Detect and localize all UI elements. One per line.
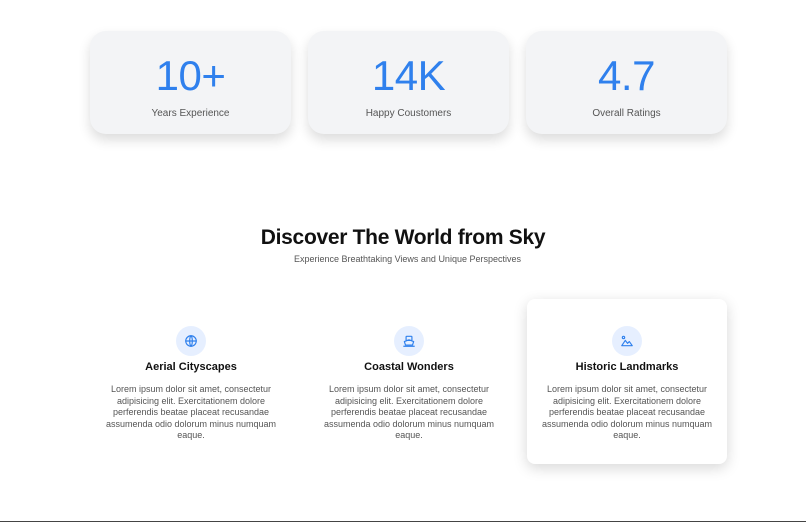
feature-title: Coastal Wonders — [364, 361, 454, 373]
globe-icon — [176, 326, 206, 356]
features-row: Aerial Cityscapes Lorem ipsum dolor sit … — [91, 299, 727, 464]
stat-value: 10+ — [155, 52, 226, 99]
ship-icon — [394, 326, 424, 356]
stat-value: 14K — [371, 52, 446, 99]
feature-title: Historic Landmarks — [575, 361, 679, 373]
landmark-icon — [612, 326, 642, 356]
feature-description: Lorem ipsum dolor sit amet, consectetur … — [105, 384, 277, 440]
stat-card-years: 10+ Years Experience — [90, 31, 291, 134]
stat-label: Happy Coustomers — [365, 108, 452, 119]
stat-label: Overall Ratings — [592, 108, 661, 119]
stat-card-ratings: 4.7 Overall Ratings — [526, 31, 727, 134]
section-subtitle: Experience Breathtaking Views and Unique… — [294, 254, 521, 264]
page: 10+ Years Experience 14K Happy Coustomer… — [0, 0, 806, 522]
stat-value: 4.7 — [598, 52, 655, 99]
section-title: Discover The World from Sky — [260, 226, 546, 249]
feature-card-aerial[interactable]: Aerial Cityscapes Lorem ipsum dolor sit … — [91, 299, 291, 464]
feature-card-historic[interactable]: Historic Landmarks Lorem ipsum dolor sit… — [527, 299, 727, 464]
stat-card-customers: 14K Happy Coustomers — [308, 31, 509, 134]
feature-description: Lorem ipsum dolor sit amet, consectetur … — [541, 384, 713, 440]
feature-description: Lorem ipsum dolor sit amet, consectetur … — [323, 384, 495, 440]
stat-label: Years Experience — [151, 108, 230, 119]
feature-title: Aerial Cityscapes — [145, 361, 237, 373]
feature-card-coastal[interactable]: Coastal Wonders Lorem ipsum dolor sit am… — [309, 299, 509, 464]
stats-row: 10+ Years Experience 14K Happy Coustomer… — [90, 31, 727, 134]
